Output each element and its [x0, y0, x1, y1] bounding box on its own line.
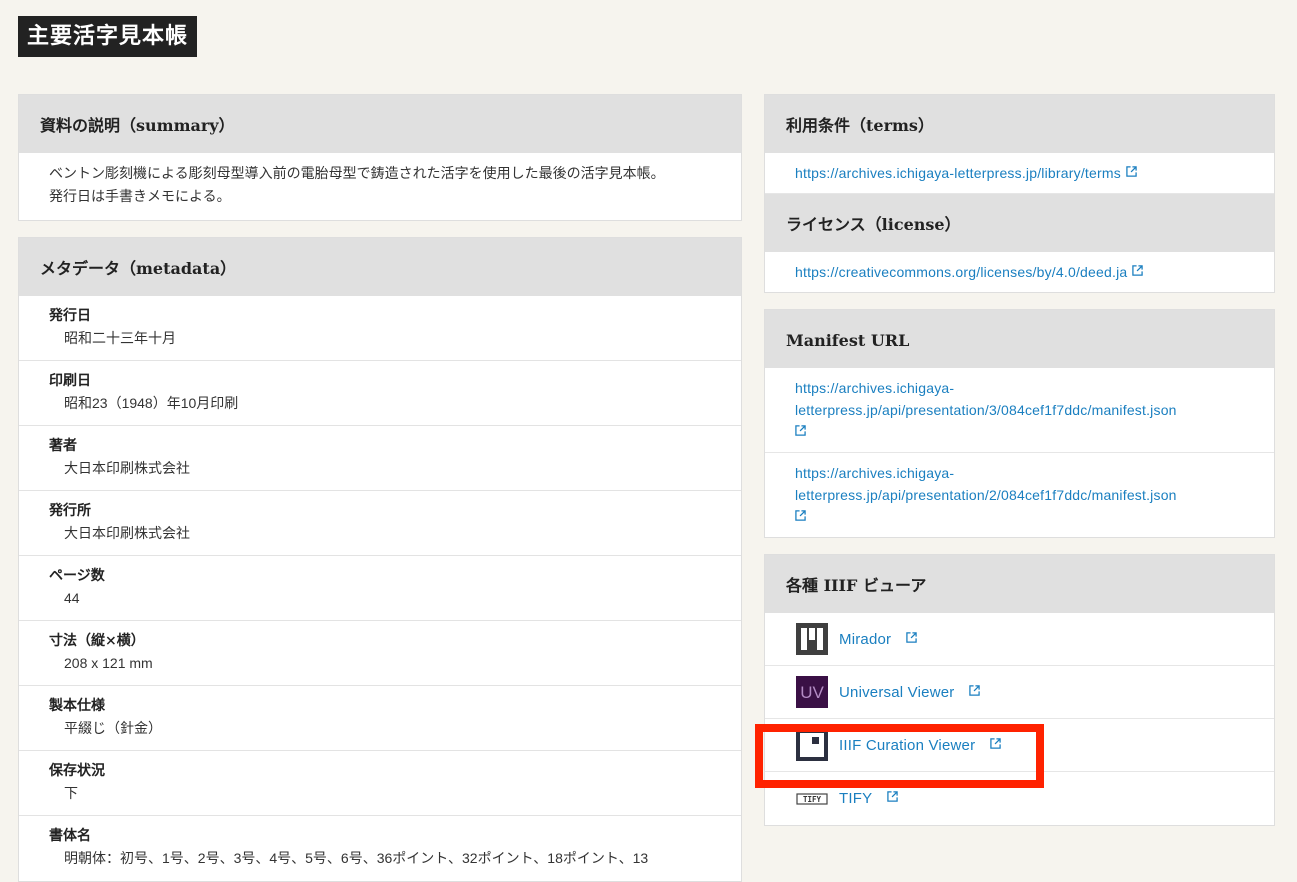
tify-logo-icon: TIFY [796, 792, 828, 805]
rights-card: 利用条件（terms） https://archives.ichigaya-le… [764, 94, 1275, 293]
manifest-link-line: letterpress.jp/api/presentation/3/084cef… [795, 402, 1177, 418]
mirador-link[interactable]: Mirador [839, 631, 917, 648]
mirador-link-text: Mirador [839, 630, 892, 648]
metadata-item: 保存状況 下 [19, 751, 741, 816]
metadata-label: 製本仕様 [49, 698, 105, 714]
license-row: https://creativecommons.org/licenses/by/… [765, 252, 1274, 292]
viewer-row-tify: TIFY TIFY [765, 772, 1274, 825]
manifest-row: https://archives.ichigaya- letterpress.j… [765, 368, 1274, 453]
external-link-icon [969, 684, 981, 696]
curation-viewer-logo-icon [796, 729, 828, 761]
metadata-label: 著者 [49, 438, 77, 454]
metadata-value: 昭和二十三年十月 [64, 330, 176, 346]
tify-link[interactable]: TIFY [839, 790, 899, 807]
metadata-value: 下 [64, 785, 78, 801]
metadata-label: 印刷日 [49, 373, 91, 389]
manifest-link-line: https://archives.ichigaya- [795, 380, 955, 396]
right-column: 利用条件（terms） https://archives.ichigaya-le… [764, 94, 1275, 842]
viewer-row-universal-viewer: UV Universal Viewer [765, 666, 1274, 719]
external-link-icon [1132, 265, 1144, 276]
universal-viewer-link-text: Universal Viewer [839, 683, 955, 701]
summary-body: ベントン彫刻機による彫刻母型導入前の電胎母型で鋳造された活字を使用した最後の活字… [19, 153, 741, 220]
viewer-row-mirador: Mirador [765, 613, 1274, 666]
manifest-link-v3[interactable]: https://archives.ichigaya- letterpress.j… [795, 377, 1244, 440]
terms-link[interactable]: https://archives.ichigaya-letterpress.jp… [795, 165, 1137, 181]
external-link-icon [906, 631, 917, 643]
metadata-value: 大日本印刷株式会社 [64, 460, 190, 476]
external-link-icon [990, 737, 1002, 749]
uv-logo-text: UV [800, 683, 824, 702]
metadata-label: 発行所 [49, 503, 91, 519]
manifest-card: Manifest URL https://archives.ichigaya- … [764, 309, 1275, 538]
metadata-label: 保存状況 [49, 763, 105, 779]
metadata-item: 書体名 明朝体：初号、1号、2号、3号、4号、5号、6号、36ポイント、32ポイ… [19, 816, 741, 881]
left-column: 資料の説明（summary） ベントン彫刻機による彫刻母型導入前の電胎母型で鋳造… [18, 94, 742, 882]
metadata-item: 発行所 大日本印刷株式会社 [19, 491, 741, 556]
manifest-link-line: letterpress.jp/api/presentation/2/084cef… [795, 487, 1177, 503]
terms-link-text: https://archives.ichigaya-letterpress.jp… [795, 165, 1121, 181]
page-title: 主要活字見本帳 [18, 16, 198, 57]
external-link-icon [1126, 166, 1137, 177]
metadata-item: 発行日 昭和二十三年十月 [19, 296, 741, 361]
universal-viewer-logo-icon: UV [796, 676, 828, 708]
summary-line: ベントン彫刻機による彫刻母型導入前の電胎母型で鋳造された活字を使用した最後の活字… [49, 165, 665, 181]
metadata-value: 208 x 121 mm [64, 655, 153, 671]
manifest-header: Manifest URL [765, 310, 1274, 368]
metadata-item: 印刷日 昭和23（1948）年10月印刷 [19, 361, 741, 426]
tify-logo-text: TIFY [803, 795, 822, 804]
viewer-row-curation-viewer: IIIF Curation Viewer [765, 719, 1274, 772]
metadata-item: 著者 大日本印刷株式会社 [19, 426, 741, 491]
manifest-link-line: https://archives.ichigaya- [795, 465, 955, 481]
metadata-value: 昭和23（1948）年10月印刷 [64, 395, 239, 411]
metadata-item: ページ数 44 [19, 556, 741, 621]
manifest-row: https://archives.ichigaya- letterpress.j… [765, 453, 1274, 537]
metadata-value: 44 [64, 590, 80, 606]
metadata-card: メタデータ（metadata） 発行日 昭和二十三年十月 印刷日 昭和23（19… [18, 237, 742, 882]
mirador-logo-icon [796, 623, 828, 655]
metadata-label: 発行日 [49, 308, 91, 324]
metadata-item: 寸法（縦×横） 208 x 121 mm [19, 621, 741, 686]
universal-viewer-link[interactable]: Universal Viewer [839, 683, 981, 701]
metadata-value: 大日本印刷株式会社 [64, 525, 190, 541]
external-link-icon [887, 791, 899, 802]
license-link-text: https://creativecommons.org/licenses/by/… [795, 264, 1128, 280]
summary-header: 資料の説明（summary） [19, 95, 741, 153]
viewers-card: 各種 IIIF ビューア Mirador UV Universal Viewer [764, 554, 1275, 826]
metadata-header: メタデータ（metadata） [19, 238, 741, 296]
metadata-value: 平綴じ（針金） [64, 720, 162, 736]
curation-viewer-link[interactable]: IIIF Curation Viewer [839, 736, 1002, 754]
license-link[interactable]: https://creativecommons.org/licenses/by/… [795, 264, 1144, 280]
metadata-value: 明朝体：初号、1号、2号、3号、4号、5号、6号、36ポイント、32ポイント、1… [64, 850, 649, 866]
external-link-icon [795, 425, 806, 436]
license-header: ライセンス（license） [765, 194, 1274, 252]
terms-row: https://archives.ichigaya-letterpress.jp… [765, 153, 1274, 194]
tify-link-text: TIFY [839, 790, 873, 807]
metadata-label: 寸法（縦×横） [49, 633, 145, 649]
metadata-label: 書体名 [49, 828, 91, 844]
curation-viewer-link-text: IIIF Curation Viewer [839, 736, 976, 754]
viewers-header: 各種 IIIF ビューア [765, 555, 1274, 613]
external-link-icon [795, 510, 806, 521]
metadata-item: 製本仕様 平綴じ（針金） [19, 686, 741, 751]
metadata-label: ページ数 [49, 568, 105, 584]
summary-card: 資料の説明（summary） ベントン彫刻機による彫刻母型導入前の電胎母型で鋳造… [18, 94, 742, 221]
summary-line: 発行日は手書きメモによる。 [49, 188, 231, 204]
terms-header: 利用条件（terms） [765, 95, 1274, 153]
manifest-link-v2[interactable]: https://archives.ichigaya- letterpress.j… [795, 462, 1244, 525]
